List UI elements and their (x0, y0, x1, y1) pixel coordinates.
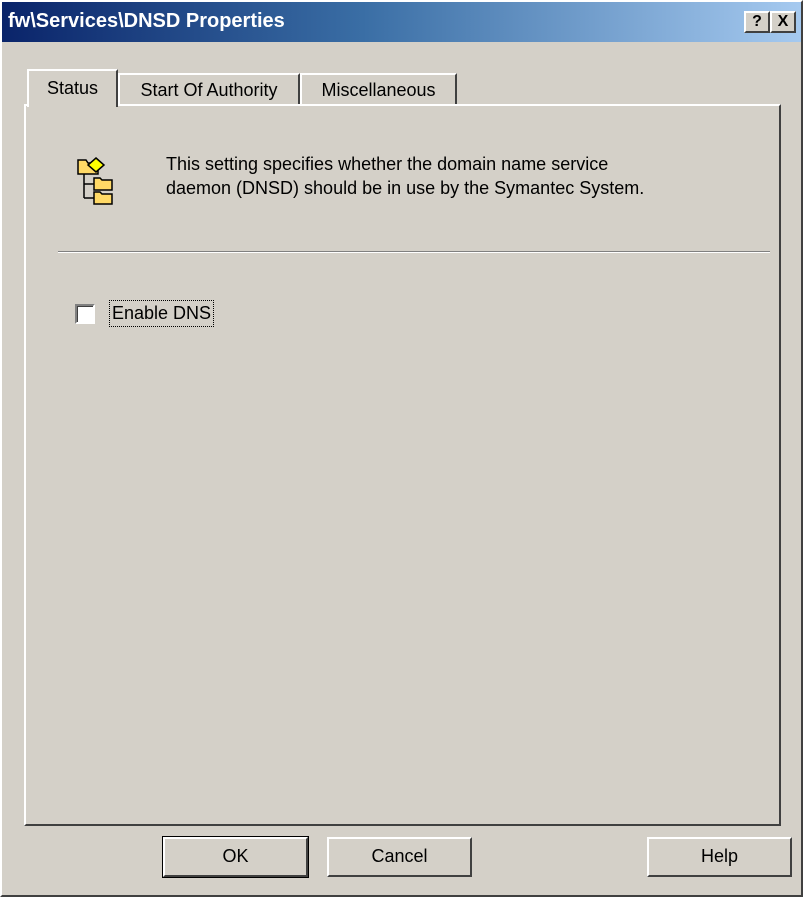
tab-start-of-authority[interactable]: Start Of Authority (118, 73, 300, 105)
close-button[interactable]: X (770, 11, 796, 33)
cancel-button[interactable]: Cancel (327, 837, 472, 877)
separator-line (58, 251, 770, 253)
window-title: fw\Services\DNSD Properties (8, 10, 285, 32)
tab-miscellaneous-label: Miscellaneous (321, 80, 436, 100)
status-description: This setting specifies whether the domai… (166, 152, 766, 200)
tab-start-of-authority-label: Start Of Authority (140, 80, 278, 100)
enable-dns-checkbox[interactable] (75, 304, 95, 324)
ok-button[interactable]: OK (162, 836, 309, 878)
properties-dialog: fw\Services\DNSD Properties ? X Status S… (0, 0, 803, 897)
dns-tree-icon (76, 154, 118, 206)
enable-dns-label[interactable]: Enable DNS (109, 300, 215, 327)
title-bar[interactable]: fw\Services\DNSD Properties ? X (2, 2, 801, 42)
tab-miscellaneous[interactable]: Miscellaneous (300, 73, 457, 105)
tab-status-label: Status (46, 78, 99, 98)
tab-status[interactable]: Status (27, 69, 118, 107)
help-button[interactable]: Help (647, 837, 792, 877)
description-line-2: daemon (DNSD) should be in use by the Sy… (166, 178, 645, 198)
help-caption-button[interactable]: ? (744, 11, 770, 33)
status-tab-panel: This setting specifies whether the domai… (24, 104, 781, 826)
description-line-1: This setting specifies whether the domai… (166, 154, 609, 174)
